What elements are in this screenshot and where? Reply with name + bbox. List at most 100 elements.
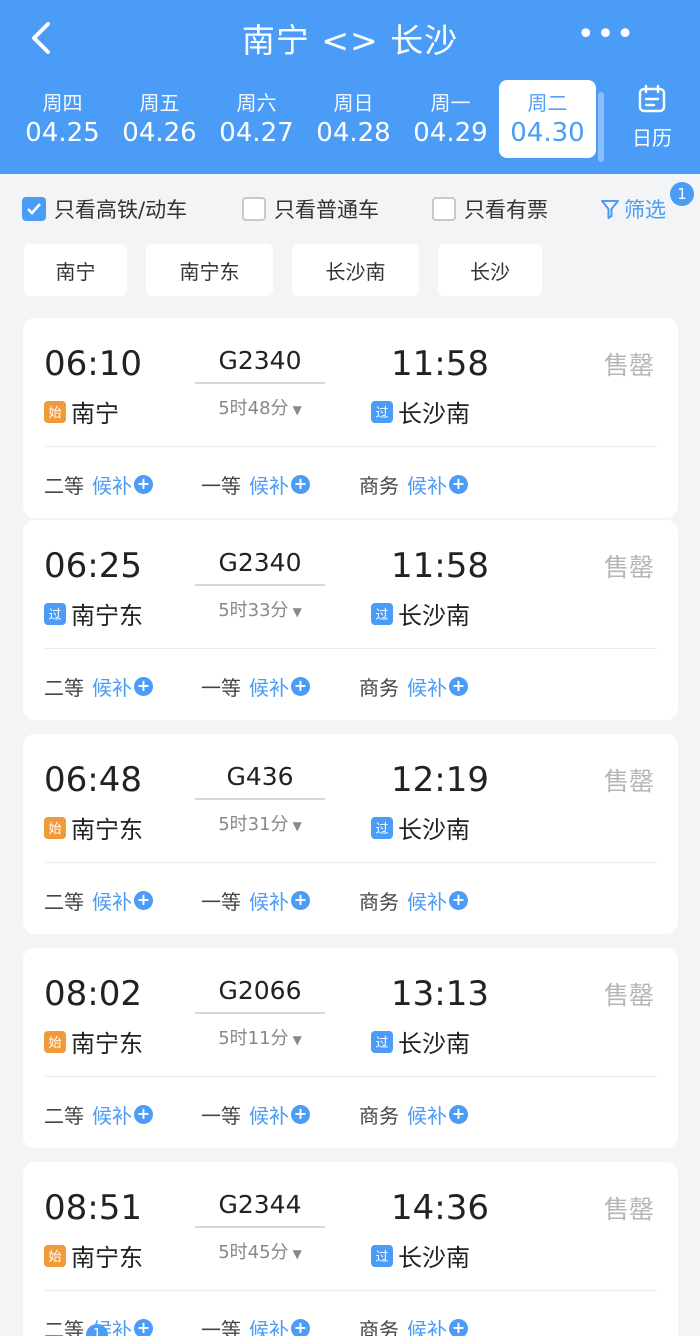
normal-only-checkbox[interactable]: 只看普通车 bbox=[242, 194, 379, 224]
card-divider bbox=[44, 648, 657, 649]
filter-button[interactable]: 筛选 bbox=[600, 194, 666, 224]
second-class-waitlist[interactable]: 二等 候补 + bbox=[44, 470, 153, 499]
more-menu-button[interactable]: ••• bbox=[577, 20, 636, 50]
business-class-waitlist[interactable]: 商务 候补 + bbox=[359, 1100, 468, 1129]
card-divider bbox=[44, 1076, 657, 1077]
arrival-time: 11:58 bbox=[391, 546, 489, 586]
station-tag: 始 bbox=[44, 1244, 66, 1267]
train-card[interactable]: 08:51 G2344 5时45分 ▼ 14:36 始南宁东过长沙南 售罄 二等 候补 + 一等 候补… bbox=[23, 1162, 678, 1336]
date-tab[interactable]: 周一 04.29 bbox=[402, 80, 499, 158]
seat-class-label: 商务 bbox=[359, 1104, 399, 1128]
first-class-waitlist[interactable]: 一等 候补 + bbox=[201, 672, 310, 701]
departure-station-name: 南宁东 bbox=[71, 816, 143, 844]
train-card[interactable]: 06:25 G2340 5时33分 ▼ 11:58 过南宁东过长沙南 售罄 二等 候补 + 一等 候补… bbox=[23, 520, 678, 720]
departure-time: 08:51 bbox=[44, 1188, 142, 1228]
waitlist-label: 候补 bbox=[249, 676, 289, 700]
train-number: G2340 bbox=[218, 346, 302, 375]
second-class-waitlist[interactable]: 二等 候补 + bbox=[44, 1100, 153, 1129]
plus-circle-icon: + bbox=[134, 1319, 153, 1336]
train-card[interactable]: 06:48 G436 5时31分 ▼ 12:19 始南宁东过长沙南 售罄 二等 候补 + 一等 候补 +… bbox=[23, 734, 678, 934]
first-class-waitlist[interactable]: 一等 候补 + bbox=[201, 470, 310, 499]
plus-circle-icon: + bbox=[449, 475, 468, 494]
train-card[interactable]: 06:10 G2340 5时48分 ▼ 11:58 始南宁过长沙南 售罄 二等 候补 + 一等 候补 +… bbox=[23, 318, 678, 518]
first-class-waitlist[interactable]: 一等 候补 + bbox=[201, 1100, 310, 1129]
seat-class-label: 一等 bbox=[201, 1318, 241, 1336]
caret-down-icon: ▼ bbox=[292, 1033, 302, 1047]
date-tab[interactable]: 周日 04.28 bbox=[305, 80, 402, 158]
duration-toggle[interactable]: 5时11分 ▼ bbox=[195, 1024, 325, 1050]
arrival-station-name: 长沙南 bbox=[398, 1244, 470, 1272]
departure-time: 06:48 bbox=[44, 760, 142, 800]
caret-down-icon: ▼ bbox=[292, 403, 302, 417]
date-value: 04.30 bbox=[510, 118, 585, 148]
seat-class-label: 二等 bbox=[44, 474, 84, 498]
duration-toggle[interactable]: 5时48分 ▼ bbox=[195, 394, 325, 420]
date-weekday: 周日 bbox=[333, 91, 374, 115]
station-chip[interactable]: 长沙南 bbox=[292, 244, 419, 296]
business-class-waitlist[interactable]: 商务 候补 + bbox=[359, 886, 468, 915]
date-value: 04.27 bbox=[219, 118, 294, 148]
train-number: G2340 bbox=[218, 548, 302, 577]
arrival-station-name: 长沙南 bbox=[398, 602, 470, 630]
waitlist-label: 候补 bbox=[92, 676, 132, 700]
departure-station: 始南宁东 bbox=[44, 1024, 143, 1059]
route-line bbox=[195, 382, 325, 384]
checkbox-icon bbox=[432, 197, 456, 221]
arrival-time: 14:36 bbox=[391, 1188, 489, 1228]
seat-class-label: 一等 bbox=[201, 890, 241, 914]
date-tab[interactable]: 周五 04.26 bbox=[111, 80, 208, 158]
duration-toggle[interactable]: 5时33分 ▼ bbox=[195, 596, 325, 622]
arrival-time: 12:19 bbox=[391, 760, 489, 800]
station-chip[interactable]: 南宁 bbox=[24, 244, 127, 296]
waitlist-label: 候补 bbox=[407, 890, 447, 914]
station-chip[interactable]: 长沙 bbox=[438, 244, 542, 296]
station-tag: 过 bbox=[371, 816, 393, 839]
departure-station: 始南宁 bbox=[44, 394, 119, 429]
second-class-waitlist[interactable]: 二等 候补 + bbox=[44, 886, 153, 915]
date-tab[interactable]: 周四 04.25 bbox=[14, 80, 111, 158]
plus-circle-icon: + bbox=[291, 891, 310, 910]
card-divider bbox=[44, 1290, 657, 1291]
departure-station: 过南宁东 bbox=[44, 596, 143, 631]
duration-text: 5时31分 bbox=[218, 814, 289, 835]
filter-label: 筛选 bbox=[624, 198, 666, 222]
caret-down-icon: ▼ bbox=[292, 605, 302, 619]
arrival-station: 过长沙南 bbox=[371, 1238, 470, 1273]
business-class-waitlist[interactable]: 商务 候补 + bbox=[359, 672, 468, 701]
train-card[interactable]: 08:02 G2066 5时11分 ▼ 13:13 始南宁东过长沙南 售罄 二等 候补 + 一等 候补… bbox=[23, 948, 678, 1148]
business-class-waitlist[interactable]: 商务 候补 + bbox=[359, 1314, 468, 1336]
date-value: 04.25 bbox=[25, 118, 100, 148]
plus-circle-icon: + bbox=[291, 677, 310, 696]
seat-class-label: 一等 bbox=[201, 474, 241, 498]
first-class-waitlist[interactable]: 一等 候补 + bbox=[201, 1314, 310, 1336]
checkbox-icon bbox=[242, 197, 266, 221]
date-value: 04.29 bbox=[413, 118, 488, 148]
second-class-waitlist[interactable]: 二等 候补 + bbox=[44, 672, 153, 701]
route-line bbox=[195, 1012, 325, 1014]
station-tag: 过 bbox=[371, 1030, 393, 1053]
duration-toggle[interactable]: 5时31分 ▼ bbox=[195, 810, 325, 836]
date-weekday: 周六 bbox=[236, 91, 277, 115]
normal-only-label: 只看普通车 bbox=[274, 198, 379, 222]
calendar-button[interactable]: 日历 bbox=[610, 84, 694, 151]
top-bar: 南宁 <> 长沙 ••• 周四 04.25 周五 04.26 周六 04.27 周日 0… bbox=[0, 0, 700, 174]
waitlist-label: 候补 bbox=[407, 676, 447, 700]
station-chip[interactable]: 南宁东 bbox=[146, 244, 273, 296]
date-tab-selected[interactable]: 周二 04.30 bbox=[499, 80, 596, 158]
station-tag: 始 bbox=[44, 816, 66, 839]
seat-class-label: 商务 bbox=[359, 474, 399, 498]
tickets-only-checkbox[interactable]: 只看有票 bbox=[432, 194, 548, 224]
station-tag: 始 bbox=[44, 1030, 66, 1053]
date-tab[interactable]: 周六 04.27 bbox=[208, 80, 305, 158]
date-strip-divider bbox=[598, 92, 604, 162]
first-class-waitlist[interactable]: 一等 候补 + bbox=[201, 886, 310, 915]
tickets-only-label: 只看有票 bbox=[464, 198, 548, 222]
duration-toggle[interactable]: 5时45分 ▼ bbox=[195, 1238, 325, 1264]
plus-circle-icon: + bbox=[449, 677, 468, 696]
calendar-label: 日历 bbox=[632, 126, 672, 150]
seat-class-label: 一等 bbox=[201, 1104, 241, 1128]
funnel-icon bbox=[601, 200, 619, 219]
business-class-waitlist[interactable]: 商务 候补 + bbox=[359, 470, 468, 499]
hs-only-checkbox[interactable]: 只看高铁/动车 bbox=[22, 194, 187, 224]
plus-circle-icon: + bbox=[449, 891, 468, 910]
